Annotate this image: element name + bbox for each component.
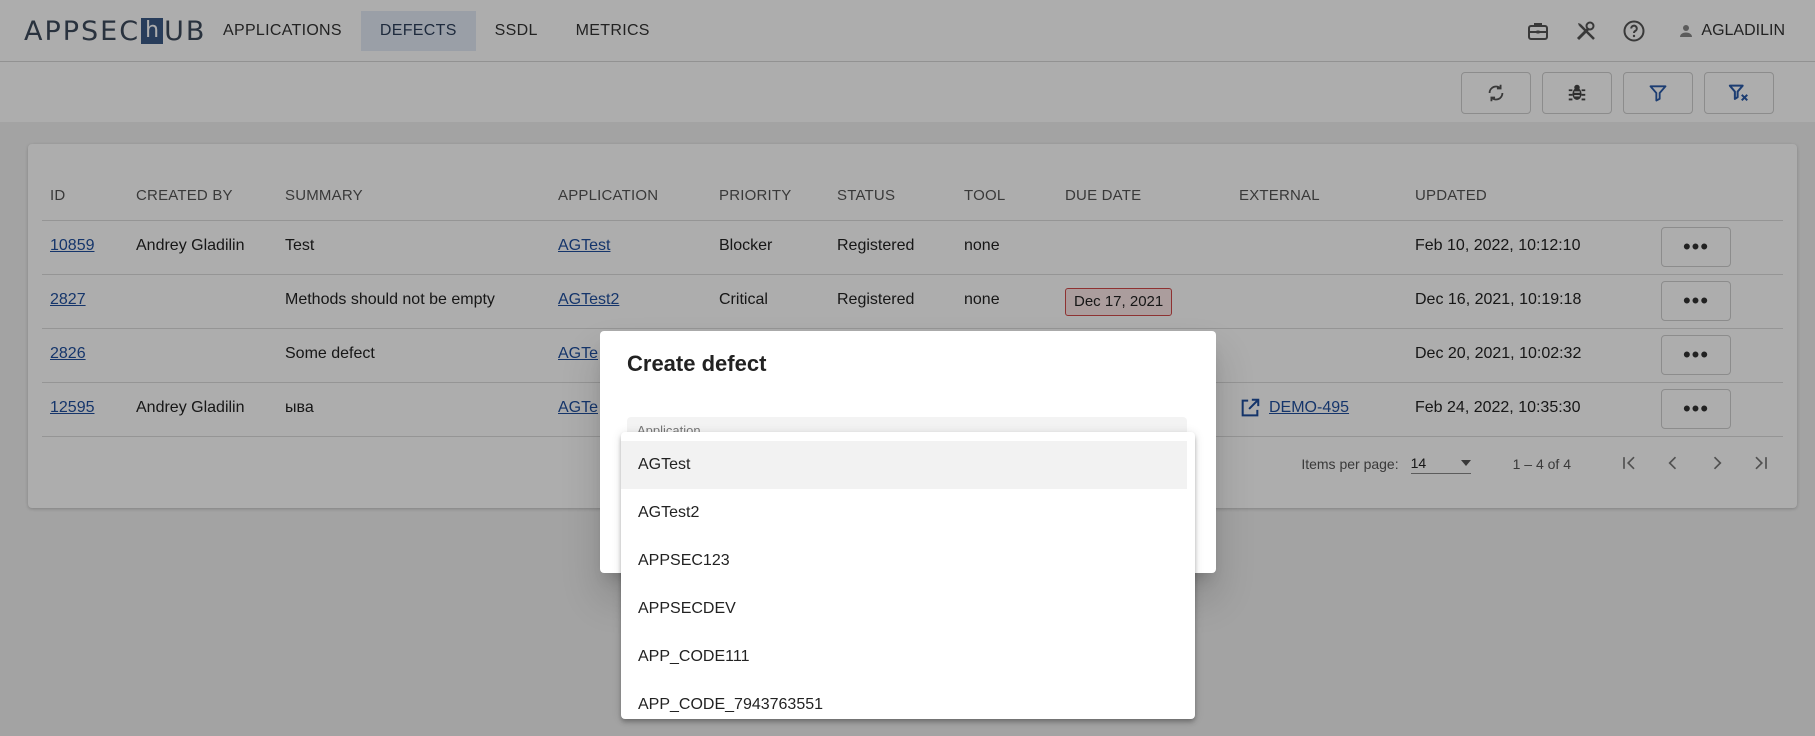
option-app-code-7943763551[interactable]: APP_CODE_7943763551 <box>621 681 1187 719</box>
option-appsec123[interactable]: APPSEC123 <box>621 537 1187 585</box>
option-agtest2[interactable]: AGTest2 <box>621 489 1187 537</box>
option-agtest[interactable]: AGTest <box>621 441 1187 489</box>
application-options-panel: AGTest AGTest2 APPSEC123 APPSECDEV APP_C… <box>621 432 1195 719</box>
option-app-code111[interactable]: APP_CODE111 <box>621 633 1187 681</box>
option-appsecdev[interactable]: APPSECDEV <box>621 585 1187 633</box>
dialog-title: Create defect <box>627 351 767 376</box>
